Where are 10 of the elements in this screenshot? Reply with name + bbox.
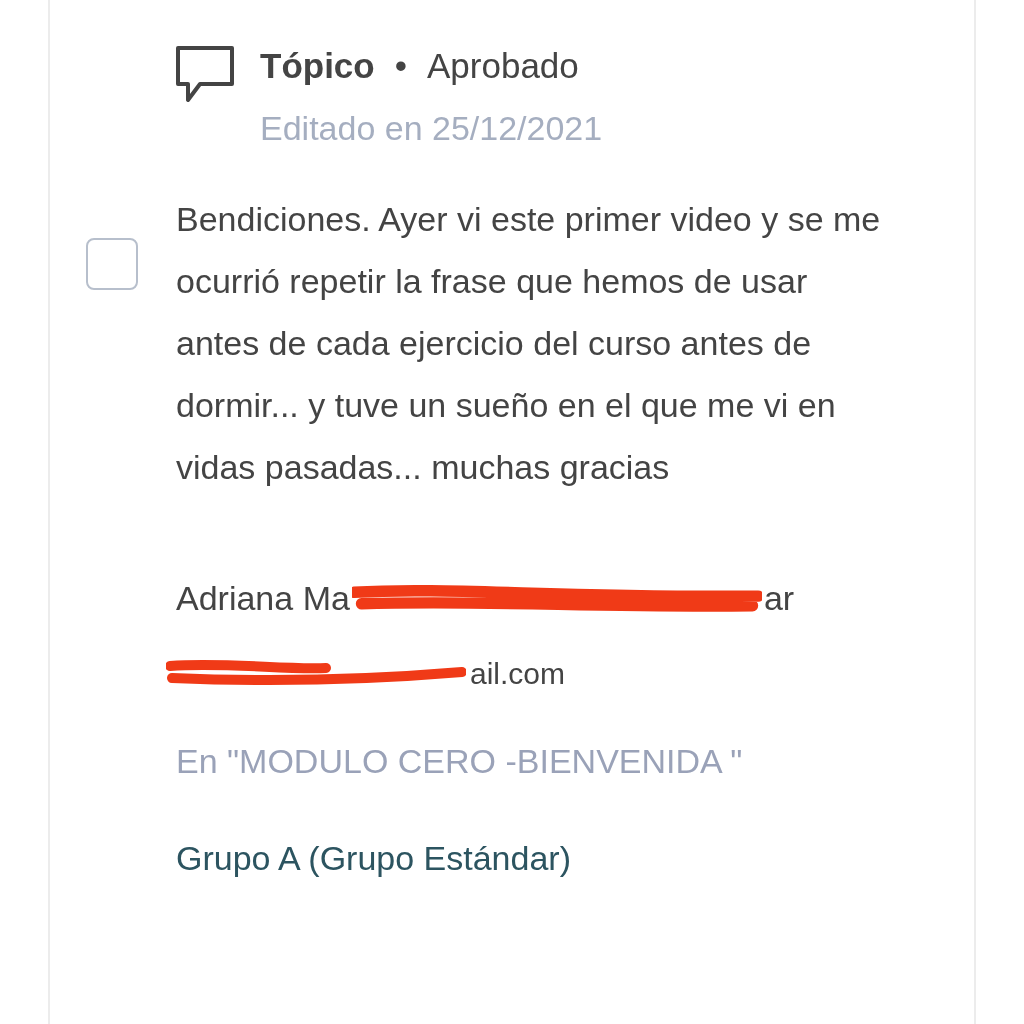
author-name: Adriana Ma [176, 578, 350, 619]
group-label[interactable]: Grupo A (Grupo Estándar) [176, 832, 896, 884]
post-type: Tópico [260, 45, 375, 87]
post-status: Aprobado [427, 45, 579, 87]
module-label: En "MODULO CERO -BIENVENIDA " [176, 740, 744, 782]
post-body: Bendiciones. Ayer vi este primer video y se me ocurrió repetir la frase que hemos de usar antes de cada ejercicio del curso antes de dormir... y tuve un sueño en el que me vi en vidas pasadas... muchas gracias [176, 198, 882, 488]
separator-dot: • [394, 45, 407, 87]
author-name-end: ar [763, 578, 795, 619]
edited-date: Editado en 25/12/2021 [260, 107, 603, 149]
email-text: ail.com [470, 656, 566, 692]
